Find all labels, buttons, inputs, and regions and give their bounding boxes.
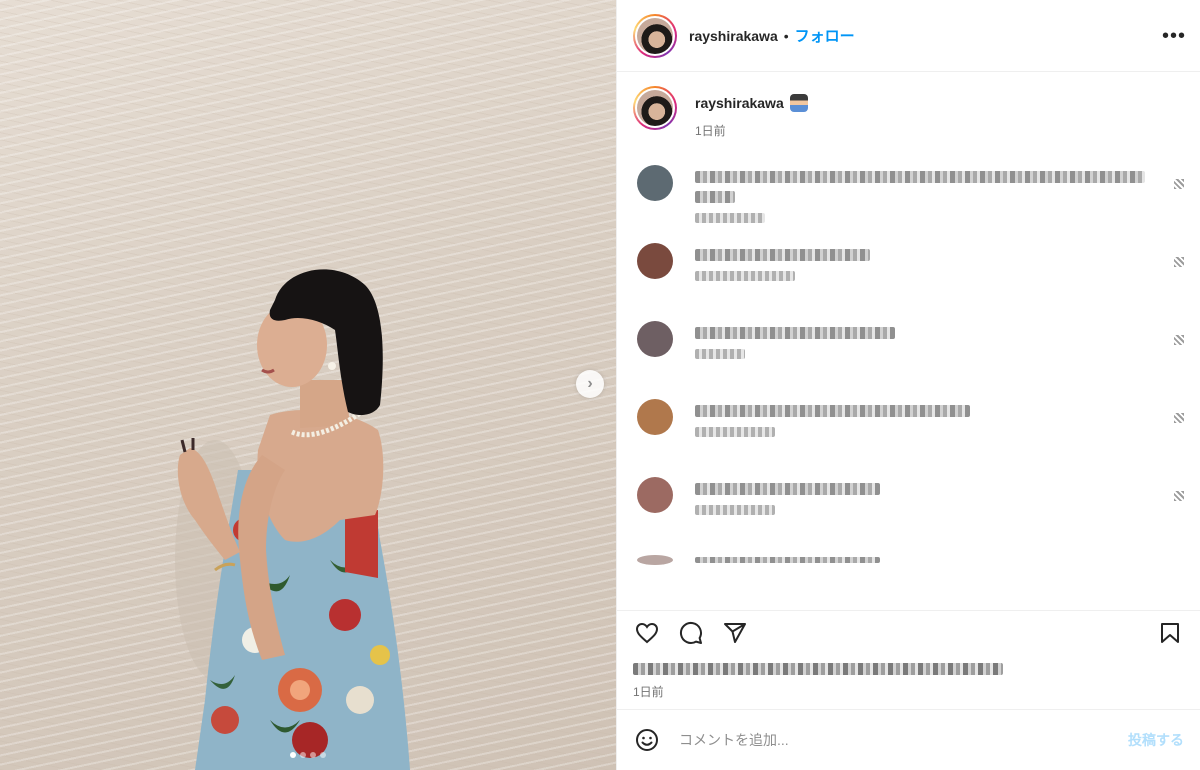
blurred-comment-meta (695, 213, 765, 223)
comment-item (633, 243, 1184, 321)
blurred-comment-meta (695, 505, 775, 515)
add-comment-bar: 投稿する (617, 709, 1200, 770)
commenter-avatar[interactable] (637, 243, 673, 279)
share-icon[interactable] (721, 619, 749, 647)
post-timestamp[interactable]: 1日前 (617, 683, 1200, 709)
heart-icon[interactable] (633, 619, 661, 647)
post-header: rayshirakawa • フォロー ••• (617, 0, 1200, 72)
carousel-dot (300, 752, 306, 758)
carousel-dot (310, 752, 316, 758)
commenter-avatar[interactable] (637, 399, 673, 435)
caption-timestamp[interactable]: 1日前 (695, 122, 808, 139)
post-caption: rayshirakawa 1日前 (633, 86, 1184, 139)
comment-like-icon[interactable] (1174, 335, 1184, 345)
comment-item (633, 555, 1184, 575)
carousel-indicator (0, 752, 616, 758)
blurred-comment-text (695, 191, 735, 203)
blurred-likes-text (633, 663, 1003, 675)
comment-item (633, 165, 1184, 243)
post-actions-bar (617, 610, 1200, 655)
carousel-dot (320, 752, 326, 758)
author-username[interactable]: rayshirakawa (689, 28, 778, 44)
separator-dot: • (783, 27, 789, 44)
caption-username[interactable]: rayshirakawa (695, 95, 784, 111)
likes-summary[interactable] (617, 655, 1200, 683)
comment-like-icon[interactable] (1174, 179, 1184, 189)
commenter-avatar[interactable] (637, 165, 673, 201)
blurred-comment-text (695, 249, 870, 261)
comment-input[interactable] (677, 731, 1128, 749)
comment-item (633, 477, 1184, 555)
carousel-dot (290, 752, 296, 758)
blurred-comment-text (695, 557, 880, 563)
comment-item (633, 321, 1184, 399)
blurred-comment-meta (695, 349, 745, 359)
blurred-comment-text (695, 483, 880, 495)
more-horizontal-icon[interactable]: ••• (1162, 26, 1186, 46)
comments-list[interactable]: rayshirakawa 1日前 (617, 72, 1200, 610)
carousel-next-button[interactable]: › (576, 370, 604, 398)
commenter-avatar[interactable] (637, 321, 673, 357)
comment-item (633, 399, 1184, 477)
comment-like-icon[interactable] (1174, 413, 1184, 423)
bookmark-icon[interactable] (1156, 619, 1184, 647)
author-avatar[interactable] (633, 13, 677, 58)
person-emoji-icon (789, 94, 808, 112)
instagram-post: › rayshirakawa • フォロー ••• rayshirakawa 1… (0, 0, 1200, 770)
comment-like-icon[interactable] (1174, 257, 1184, 267)
follow-button[interactable]: フォロー (795, 25, 855, 46)
comment-icon[interactable] (677, 619, 705, 647)
blurred-comment-meta (695, 271, 795, 281)
blurred-comment-text (695, 327, 895, 339)
smiley-icon[interactable] (633, 726, 661, 754)
comment-like-icon[interactable] (1174, 491, 1184, 501)
chevron-right-icon: › (587, 375, 593, 392)
post-comment-button[interactable]: 投稿する (1128, 730, 1184, 750)
commenter-avatar[interactable] (637, 477, 673, 513)
commenter-avatar[interactable] (637, 555, 673, 565)
woman-in-floral-dress-photo (175, 269, 410, 770)
blurred-comment-text (695, 171, 1145, 183)
post-side-panel: rayshirakawa • フォロー ••• rayshirakawa 1日前 (616, 0, 1200, 770)
blurred-comment-text (695, 405, 970, 417)
post-photo[interactable]: › (0, 0, 616, 770)
blurred-comment-meta (695, 427, 775, 437)
caption-author-avatar[interactable] (633, 86, 677, 130)
